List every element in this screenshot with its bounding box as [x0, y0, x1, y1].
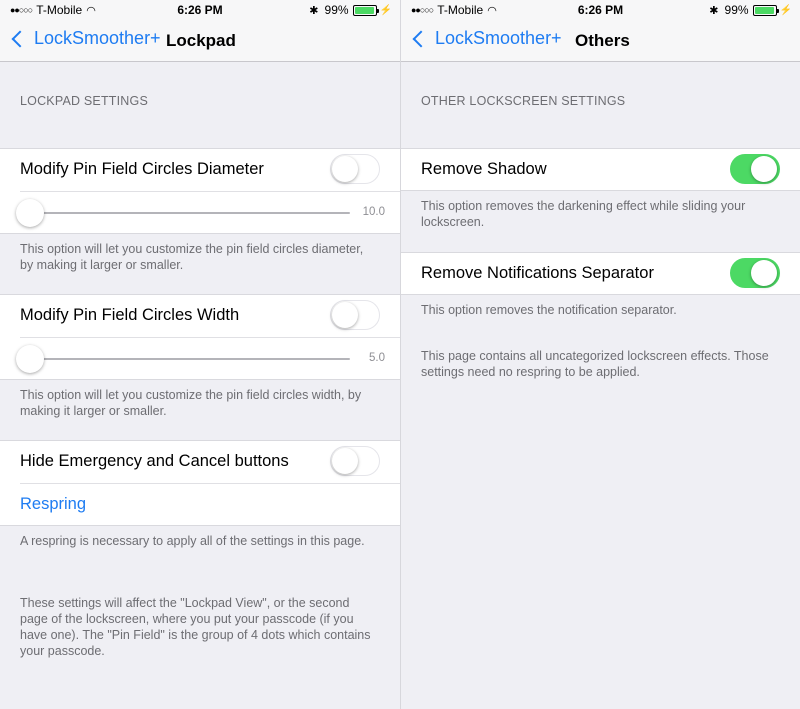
toggle-knob — [332, 448, 358, 474]
remove-shadow-group: Remove Shadow — [401, 148, 800, 191]
width-slider-value: 5.0 — [369, 352, 385, 364]
remove-separator-row: Remove Notifications Separator — [401, 253, 800, 295]
battery-icon — [752, 4, 779, 16]
navigation-bar: LockSmoother+ Lockpad — [0, 20, 400, 62]
back-button[interactable]: LockSmoother+ — [10, 28, 161, 49]
section-header: OTHER LOCKSCREEN SETTINGS — [421, 94, 626, 108]
status-bar: ●●○○○ T-Mobile ◠ 6:26 PM ✱ 99% ⚡ — [0, 0, 400, 20]
diameter-slider-value: 10.0 — [362, 206, 385, 218]
chevron-left-icon — [412, 30, 430, 47]
lockpad-screen: ●●○○○ T-Mobile ◠ 6:26 PM ✱ 99% ⚡ LockSmo… — [0, 0, 400, 709]
page-title: Lockpad — [166, 31, 236, 50]
diameter-toggle[interactable] — [330, 154, 380, 184]
battery-icon — [352, 4, 379, 16]
back-button-label: LockSmoother+ — [34, 28, 161, 48]
remove-shadow-toggle[interactable] — [730, 154, 780, 184]
bluetooth-icon: ✱ — [309, 4, 319, 17]
hide-buttons-row: Hide Emergency and Cancel buttons — [0, 441, 400, 483]
diameter-toggle-row: Modify Pin Field Circles Diameter — [0, 149, 400, 191]
charging-icon: ⚡ — [779, 4, 792, 16]
hide-buttons-label: Hide Emergency and Cancel buttons — [20, 452, 289, 470]
width-slider[interactable] — [16, 345, 350, 373]
section-header: LOCKPAD SETTINGS — [20, 94, 148, 108]
back-button[interactable]: LockSmoother+ — [411, 28, 562, 49]
remove-separator-toggle[interactable] — [730, 258, 780, 288]
width-toggle[interactable] — [330, 300, 380, 330]
hide-buttons-group: Hide Emergency and Cancel buttons Respri… — [0, 440, 400, 526]
battery-percent: 99% — [324, 3, 349, 17]
battery-percent: 99% — [724, 3, 749, 17]
remove-shadow-row: Remove Shadow — [401, 149, 800, 191]
navigation-bar: LockSmoother+ Others — [401, 20, 800, 62]
hide-buttons-toggle[interactable] — [330, 446, 380, 476]
back-button-label: LockSmoother+ — [435, 28, 562, 48]
width-toggle-row: Modify Pin Field Circles Width — [0, 295, 400, 337]
diameter-slider-row: 10.0 — [16, 191, 400, 233]
charging-icon: ⚡ — [379, 4, 392, 16]
chevron-left-icon — [11, 30, 29, 47]
status-bar: ●●○○○ T-Mobile ◠ 6:26 PM ✱ 99% ⚡ — [401, 0, 800, 20]
width-footer: This option will let you customize the p… — [20, 388, 362, 418]
toggle-knob — [332, 156, 358, 182]
width-group: Modify Pin Field Circles Width 5.0 — [0, 294, 400, 380]
toggle-knob — [751, 260, 777, 286]
diameter-slider-thumb[interactable] — [16, 199, 44, 227]
others-screen: ●●○○○ T-Mobile ◠ 6:26 PM ✱ 99% ⚡ LockSmo… — [400, 0, 800, 709]
respring-footer: A respring is necessary to apply all of … — [20, 534, 365, 548]
page-title: Others — [575, 31, 630, 50]
remove-shadow-label: Remove Shadow — [421, 160, 547, 178]
diameter-slider[interactable] — [16, 199, 350, 227]
width-slider-row: 5.0 — [16, 337, 400, 379]
respring-button[interactable]: Respring — [20, 483, 400, 525]
info-footer: These settings will affect the "Lockpad … — [20, 596, 371, 658]
page-footer: This page contains all uncategorized loc… — [421, 349, 769, 379]
diameter-toggle-label: Modify Pin Field Circles Diameter — [20, 160, 264, 178]
remove-shadow-footer: This option removes the darkening effect… — [421, 199, 746, 229]
width-toggle-label: Modify Pin Field Circles Width — [20, 306, 240, 324]
toggle-knob — [332, 302, 358, 328]
toggle-knob — [751, 156, 777, 182]
bluetooth-icon: ✱ — [709, 4, 719, 17]
diameter-footer: This option will let you customize the p… — [20, 242, 364, 272]
width-slider-thumb[interactable] — [16, 345, 44, 373]
remove-separator-footer: This option removes the notification sep… — [421, 303, 677, 317]
respring-label: Respring — [20, 495, 87, 513]
remove-separator-group: Remove Notifications Separator — [401, 252, 800, 295]
diameter-group: Modify Pin Field Circles Diameter 10.0 — [0, 148, 400, 234]
remove-separator-label: Remove Notifications Separator — [421, 264, 654, 282]
